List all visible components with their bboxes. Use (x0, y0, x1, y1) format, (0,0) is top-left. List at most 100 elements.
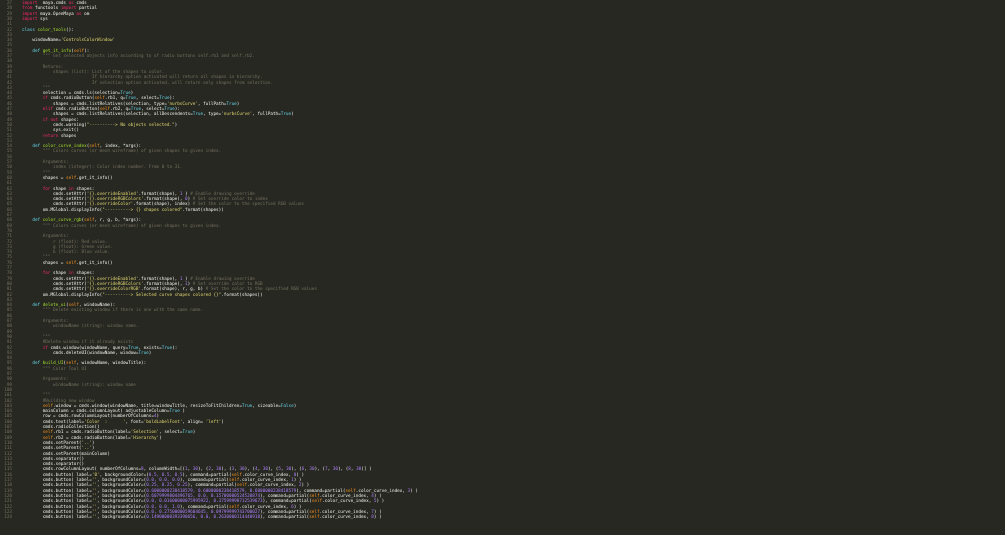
code-token: ) (148, 350, 152, 356)
code-token: Arguments: (22, 234, 69, 240)
code-token: , font= (125, 419, 144, 425)
code-token: """ Colors curves (or mesh wireframe) of… (22, 149, 222, 155)
code-token: , columnWidth=[( (143, 467, 185, 473)
code-token: .format(shapes)) (182, 207, 224, 213)
code-token: , sizeable= (252, 403, 281, 409)
code-editor[interactable]: 27 import maya.cmds as cmds 28 from functoo… (0, 0, 1005, 535)
code-token: ) ) (293, 504, 302, 510)
code-token: shape (50, 186, 69, 192)
code-token: maya.OpenMaya (37, 11, 77, 17)
code-token: .get_it_info() (76, 175, 113, 181)
code-token: self (42, 430, 54, 436)
code-token: , exists= (138, 345, 162, 351)
code-token: 0.0, 0.01600000075995922, 0.375999987125… (146, 499, 263, 505)
code-line[interactable]: 124 cmds.button( label='', backgroundCol… (0, 515, 1005, 520)
code-token: def (32, 218, 41, 224)
code-token: ) (174, 122, 178, 128)
code-token: index (integer): Color index number. Fro… (22, 165, 183, 171)
code-token: ), command=partial( (260, 515, 310, 521)
code-token: cmds.setParent(mainColumn) (22, 451, 110, 457)
code-token: ) ) (376, 499, 385, 505)
code-token: ), ( (314, 467, 325, 473)
code-token: , backgroundColor=( (97, 488, 147, 494)
code-token: .format(shape), r, g, b) (141, 287, 206, 293)
code-token: )] ) (361, 467, 372, 473)
code-token: True (280, 112, 292, 118)
code-token: Arguments: (22, 377, 69, 383)
code-token: cmds.button( label= (22, 488, 92, 494)
code-token: cmds.button( label= (22, 472, 92, 478)
code-token: True (138, 350, 149, 356)
code-token: , select= (135, 96, 160, 102)
code-token: windowName (string): window name. (22, 324, 139, 330)
code-token: om.MGlobal.displayInfo( (22, 207, 103, 213)
code-token: self (66, 361, 77, 367)
code-token: ) (179, 409, 186, 415)
code-token: True (169, 409, 180, 415)
code-token: build_UI (42, 361, 64, 367)
code-token: , backgroundColor=( (97, 504, 147, 510)
code-token: self (309, 515, 320, 521)
code-token: , select= (159, 430, 183, 436)
code-token: 0.6000000238418579, 0.6000000238418579, … (146, 488, 297, 494)
code-token: '{}.overrideColor' (86, 202, 134, 208)
code-token: .color_curve_index, (322, 499, 374, 505)
code-token: ) ) (296, 472, 305, 478)
code-token: 0.25, 0.25, 0.25 (146, 483, 188, 489)
code-token: True (128, 345, 139, 351)
code-token: "----------> No objects selected." (86, 122, 175, 128)
code-token: self (94, 96, 105, 102)
code-token: 0.14900000393390656, 0.0, 0.263000011444… (146, 515, 261, 521)
code-token: functools (32, 6, 61, 12)
code-token: .format(shapes)) (221, 292, 263, 298)
code-token: ), ( (337, 467, 349, 473)
code-token: ) (192, 430, 196, 436)
code-token: .rb1 = cmds.radioButton(label= (53, 430, 131, 436)
code-token: 'nurbsCurve' (166, 101, 198, 107)
code-token: self (231, 472, 242, 478)
code-token: cmds.deleteUI(windowName, window= (22, 350, 139, 356)
code-token: ) (156, 414, 160, 420)
code-token: from (22, 6, 33, 12)
code-token: True (125, 96, 136, 102)
code-token: .rb1, q= (104, 96, 126, 102)
code-token: ) (221, 419, 224, 425)
code-token: 'left' (205, 419, 222, 425)
code-token: self (65, 260, 77, 266)
code-token: .format(shape), index) (133, 202, 193, 208)
code-token: '0' (91, 472, 100, 478)
code-token: True (192, 112, 204, 118)
code-token: False (280, 403, 294, 409)
code-token: cmds.rowColumnLayout( numberOfColumns= (22, 467, 141, 473)
code-token: self (42, 435, 54, 441)
code-token: ), ( (267, 467, 279, 473)
code-token: shapes (58, 133, 77, 139)
code-token: Returns: (22, 64, 64, 70)
code-token: import (60, 6, 77, 12)
code-token: ): (84, 48, 90, 54)
code-token: .color_curve_index, (355, 488, 408, 494)
line-number: 124 (4, 515, 12, 521)
code-token: cmds.radioButton( (47, 96, 95, 102)
code-token: cmds.window(windowName, query= (47, 345, 129, 351)
code-token: If hierarchy option activated will retur… (22, 75, 263, 81)
code-token: ) (293, 403, 297, 409)
code-token: ) (236, 101, 240, 107)
code-token: self (311, 499, 323, 505)
code-token: # Set the color to the specified RGB val… (205, 287, 317, 293)
code-token: , backgroundColor=( (99, 472, 149, 478)
code-token: cmds.button( label= (22, 483, 92, 489)
code-token: if not (42, 117, 59, 123)
code-token: , windowName, windowTitle): (76, 361, 147, 367)
code-token: def (32, 48, 41, 54)
code-token: .rb2 = cmds.radioButton(label= (53, 435, 131, 441)
code-token: ) (291, 112, 294, 118)
